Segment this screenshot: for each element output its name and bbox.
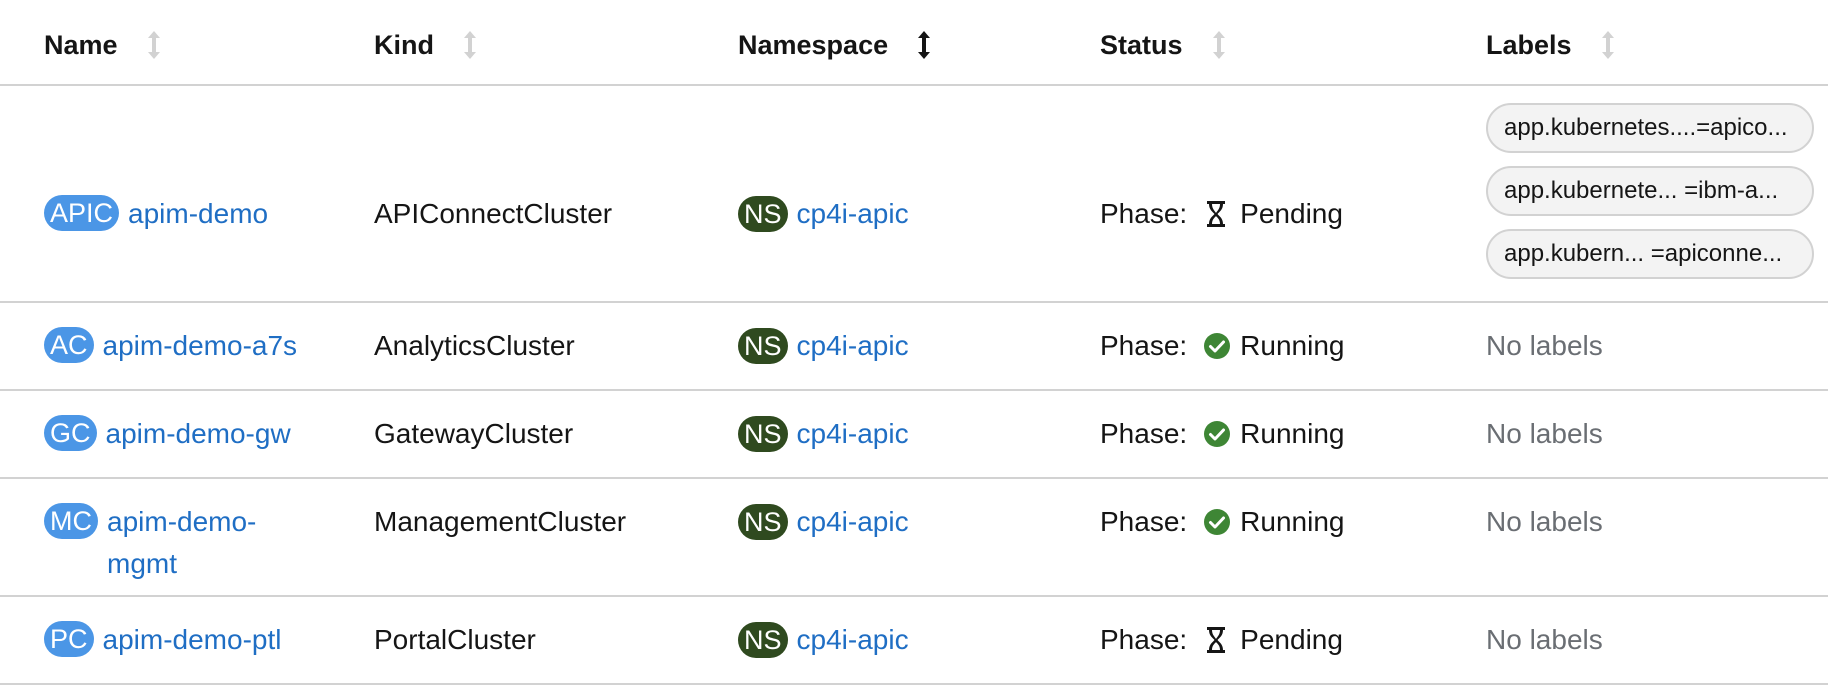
kind-badge: AC [44,327,94,363]
resource-name-link[interactable]: apim-demo-a7s [103,325,298,367]
kind-badge: GC [44,415,97,451]
status-cell: Phase: Running [1100,325,1344,367]
column-header-namespace[interactable]: Namespace [738,29,932,61]
no-labels-text: No labels [1486,330,1603,361]
sort-unsorted-icon[interactable] [146,29,162,61]
status-cell: Phase: Pending [1100,619,1343,661]
check-circle-icon [1203,332,1231,360]
no-labels-text: No labels [1486,506,1603,537]
namespace-link[interactable]: cp4i-apic [797,325,909,367]
namespace-link[interactable]: cp4i-apic [797,413,909,455]
no-labels-text: No labels [1486,418,1603,449]
table-row: GC apim-demo-gw GatewayCluster NS cp4i-a… [0,391,1828,479]
namespace-cell: NS cp4i-apic [738,413,909,455]
column-header-name[interactable]: Name [44,29,162,61]
namespace-cell: NS cp4i-apic [738,193,909,235]
namespace-badge: NS [738,622,788,658]
column-header-status[interactable]: Status [1100,29,1227,61]
name-cell: PC apim-demo-ptl [44,619,281,661]
resources-table: Name Kind Namespace Status Labels APIC a… [0,0,1828,685]
name-cell: MC apim-demo- mgmt [44,501,256,585]
table-row: AC apim-demo-a7s AnalyticsCluster NS cp4… [0,303,1828,391]
sort-unsorted-icon[interactable] [1600,29,1616,61]
status-cell: Phase: Pending [1100,193,1343,235]
resource-name-link[interactable]: apim-demo- mgmt [107,501,256,585]
phase-label: Phase: [1100,506,1188,537]
label-chip[interactable]: app.kubernete... =ibm-a... [1486,166,1814,216]
column-header-label: Name [44,29,118,60]
namespace-link[interactable]: cp4i-apic [797,501,909,543]
column-header-labels[interactable]: Labels [1486,29,1616,61]
status-cell: Phase: Running [1100,501,1344,543]
kind-badge: MC [44,503,98,539]
label-chip[interactable]: app.kubern... =apiconne... [1486,229,1814,279]
status-text: Running [1240,418,1345,449]
status-cell: Phase: Running [1100,413,1344,455]
namespace-link[interactable]: cp4i-apic [797,619,909,661]
phase-label: Phase: [1100,624,1188,655]
kind-cell: APIConnectCluster [374,198,613,229]
column-header-kind[interactable]: Kind [374,29,478,61]
column-header-label: Kind [374,29,434,60]
hourglass-icon [1203,626,1229,654]
name-cell: AC apim-demo-a7s [44,325,297,367]
namespace-link[interactable]: cp4i-apic [797,193,909,235]
sort-active-icon[interactable] [916,29,932,61]
table-row: PC apim-demo-ptl PortalCluster NS cp4i-a… [0,597,1828,685]
namespace-cell: NS cp4i-apic [738,619,909,661]
kind-cell: AnalyticsCluster [374,330,575,361]
namespace-cell: NS cp4i-apic [738,325,909,367]
phase-label: Phase: [1100,198,1188,229]
check-circle-icon [1203,508,1231,536]
kind-cell: GatewayCluster [374,418,574,449]
status-text: Pending [1240,624,1343,655]
status-text: Running [1240,506,1345,537]
table-header: Name Kind Namespace Status Labels [0,0,1828,86]
namespace-badge: NS [738,196,788,232]
column-header-label: Labels [1486,29,1572,60]
namespace-cell: NS cp4i-apic [738,501,909,543]
table-row: APIC apim-demo APIConnectCluster NS cp4i… [0,86,1828,303]
column-header-label: Status [1100,29,1183,60]
resource-name-link[interactable]: apim-demo [128,193,268,235]
label-chip[interactable]: app.kubernetes....=apico... [1486,103,1814,153]
kind-cell: ManagementCluster [374,506,627,537]
resource-name-link[interactable]: apim-demo-ptl [103,619,282,661]
status-text: Pending [1240,198,1343,229]
namespace-badge: NS [738,416,788,452]
column-header-label: Namespace [738,29,889,60]
no-labels-text: No labels [1486,624,1603,655]
kind-badge: APIC [44,195,120,231]
status-text: Running [1240,330,1345,361]
namespace-badge: NS [738,328,788,364]
resource-name-line: apim-demo- [107,506,257,537]
resource-name-link[interactable]: apim-demo-gw [106,413,291,455]
resource-name-line: mgmt [107,548,177,579]
hourglass-icon [1203,200,1229,228]
name-cell: GC apim-demo-gw [44,413,291,455]
kind-cell: PortalCluster [374,624,536,655]
phase-label: Phase: [1100,418,1188,449]
namespace-badge: NS [738,504,788,540]
kind-badge: PC [44,621,94,657]
sort-unsorted-icon[interactable] [462,29,478,61]
check-circle-icon [1203,420,1231,448]
sort-unsorted-icon[interactable] [1211,29,1227,61]
table-row: MC apim-demo- mgmt ManagementCluster NS … [0,479,1828,597]
phase-label: Phase: [1100,330,1188,361]
name-cell: APIC apim-demo [44,193,268,235]
